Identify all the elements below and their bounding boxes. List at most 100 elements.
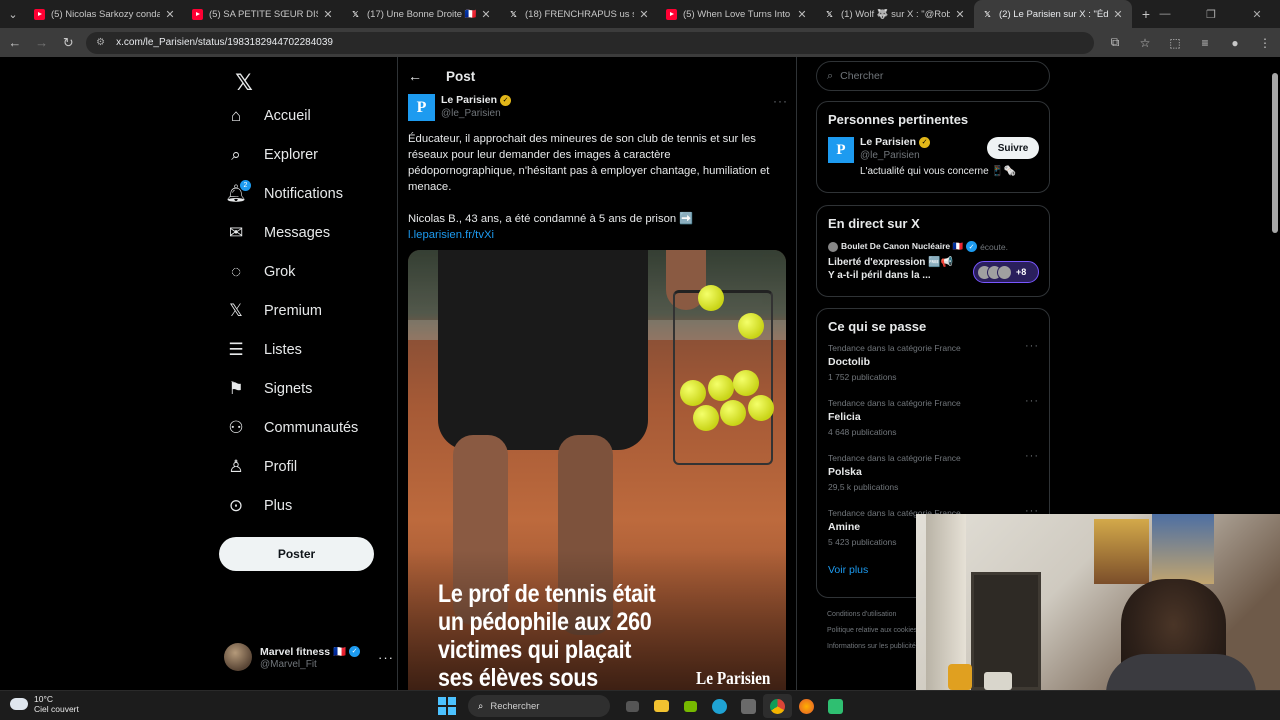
reload-icon[interactable]: ↻ [56,31,80,55]
more-dots-icon[interactable]: ··· [773,94,788,108]
task-view-icon[interactable] [618,694,647,718]
nav-item-accueil[interactable]: ⌂ Accueil [224,98,311,134]
account-switcher[interactable]: Marvel fitness 🇫🇷 ✓ @Marvel_Fit ··· [224,642,394,672]
nav-item-premium[interactable]: 𝕏 Premium [224,293,322,329]
chrome-icon[interactable] [763,694,792,718]
tweet-link[interactable]: l.leparisien.fr/tvXi [408,227,780,243]
nav-item-profil[interactable]: ♙ Profil [224,449,297,485]
extensions-icon[interactable]: ⬚ [1160,32,1190,54]
back-arrow-icon[interactable]: ← [3,31,27,55]
url-text: x.com/le_Parisien/status/198318294470228… [116,37,333,48]
close-icon[interactable]: ✕ [480,8,492,21]
browser-tab[interactable]: 𝕏 (1) Wolf 🐺 sur X : "@Robert83 ✕ [816,0,974,28]
trend-item[interactable]: Tendance dans la catégorie France Felici… [817,395,1049,450]
tweet-author[interactable]: P Le Parisien ✓ @le_Parisien ··· [408,94,788,124]
firefox-icon[interactable] [792,694,821,718]
live-host[interactable]: Boulet De Canon Nucléaire 🇫🇷 ✓ écoute. [817,237,1049,252]
close-icon[interactable]: ✕ [954,8,966,21]
back-arrow-icon[interactable]: ← [408,68,426,84]
listeners-pill[interactable]: +8 [973,261,1039,283]
more-dots-icon[interactable]: ··· [1025,395,1039,407]
trend-name: Doctolib [828,356,870,368]
close-icon[interactable]: ✕ [796,8,808,21]
trend-count: 4 648 publications [828,427,897,437]
footer-link[interactable]: Conditions d'utilisation [827,607,919,623]
nav-item-plus[interactable]: ⊙ Plus [224,488,292,524]
store-icon[interactable] [734,694,763,718]
nav-item-grok[interactable]: ◌ Grok [224,254,295,290]
forward-arrow-icon[interactable]: → [30,31,54,55]
browser-tab[interactable]: 𝕏 (17) Une Bonne Droite 🇫🇷 sur X ✕ [342,0,500,28]
maximize-icon[interactable]: ❐ [1188,0,1234,28]
profile-avatar-icon[interactable]: ● [1220,32,1250,54]
communities-icon: ⚇ [228,418,244,437]
nav-item-messages[interactable]: ✉ Messages [224,215,330,251]
more-dots-icon[interactable]: ··· [1025,340,1039,352]
webcam-jar [948,664,972,690]
person-icon: ♙ [228,457,244,476]
webcam-poster [1152,514,1214,584]
x-logo-icon[interactable]: 𝕏 [226,65,262,101]
browser-tab[interactable]: 𝕏 (18) FRENCHRAPUS us sur X : " ✕ [500,0,658,28]
tab-search-chevron-icon[interactable]: ⌄ [0,0,26,28]
close-icon[interactable]: ✕ [1112,8,1124,21]
windows-start-icon[interactable] [438,697,456,715]
footer-link[interactable]: Politique relative aux cookies [827,623,919,639]
cloud-icon [10,698,28,710]
minimize-icon[interactable]: — [1142,0,1188,28]
browser-tab-active[interactable]: 𝕏 (2) Le Parisien sur X : "Éducateu ✕ [974,0,1132,28]
trend-item[interactable]: Tendance dans la catégorie France Polska… [817,450,1049,505]
taskbar-search[interactable]: ⌕ Rechercher [468,695,610,717]
tweet-media-image[interactable]: Le prof de tennis était un pédophile aux… [408,250,786,690]
scrollbar-thumb[interactable] [1272,73,1278,233]
nav-item-signets[interactable]: ⚑ Signets [224,371,312,407]
install-app-icon[interactable]: ⧉ [1100,32,1130,54]
close-icon[interactable]: ✕ [164,8,176,21]
nvidia-icon[interactable] [676,694,705,718]
bookmark-star-icon[interactable]: ☆ [1130,32,1160,54]
space-title[interactable]: Liberté d'expression 🆓📢 Y a-t-il péril d… [817,252,967,282]
relevant-people-panel: Personnes pertinentes P Le Parisien ✓ @le… [816,101,1050,193]
tennis-ball [738,313,764,339]
close-icon[interactable]: ✕ [638,8,650,21]
youtube-icon [666,8,677,20]
more-dots-icon[interactable]: ··· [1025,450,1039,462]
reading-list-icon[interactable]: ≡ [1190,32,1220,54]
browser-tab[interactable]: (5) When Love Turns Into Rivalr ✕ [658,0,816,28]
weather-widget[interactable]: 10°C Ciel couvert [10,694,79,714]
notification-badge: 2 [240,180,251,191]
live-host-name: Boulet De Canon Nucléaire 🇫🇷 [841,241,964,251]
nav-item-explorer[interactable]: ⌕ Explorer [224,137,318,173]
relevant-person[interactable]: P Le Parisien ✓ @le_Parisien L'actualité … [817,133,1049,183]
discord-icon[interactable] [821,694,850,718]
listeners-count: +8 [1016,267,1027,277]
footer-link[interactable]: Informations sur les publicités [827,639,919,655]
trend-item[interactable]: Tendance dans la catégorie France Doctol… [817,340,1049,395]
trend-category: Tendance dans la catégorie France [828,398,961,408]
search-input[interactable]: ⌕ Chercher [816,61,1050,91]
browser-tab[interactable]: (5) SA PETITE SŒUR DISPARAÎT ✕ [184,0,342,28]
nav-item-notifications[interactable]: 🔔︎ 2 Notifications [224,176,343,212]
file-explorer-icon[interactable] [647,694,676,718]
taskbar-search-label: Rechercher [490,700,540,712]
address-bar[interactable]: ⚙ x.com/le_Parisien/status/1983182944702… [86,31,1095,54]
nav-item-communautes[interactable]: ⚇ Communautés [224,410,358,446]
bell-icon: 🔔︎ 2 [224,180,251,206]
site-info-icon[interactable]: ⚙ [96,37,108,49]
follow-button[interactable]: Suivre [987,137,1039,159]
nav-item-listes[interactable]: ☰ Listes [224,332,302,368]
edge-icon[interactable] [705,694,734,718]
browser-menu-icon[interactable]: ⋮ [1250,32,1280,54]
account-name: Marvel fitness 🇫🇷 [260,645,347,658]
nav-label: Accueil [264,108,311,124]
tennis-ball [698,285,724,311]
close-icon[interactable]: ✕ [322,8,334,21]
verified-badge-icon: ✓ [919,136,931,148]
post-button[interactable]: Poster [219,537,374,571]
more-dots-icon[interactable]: ··· [378,650,394,665]
webcam-shirt [1106,654,1256,690]
browser-tab[interactable]: (5) Nicolas Sarkozy condamné ✕ [26,0,184,28]
window-close-icon[interactable]: ✕ [1234,0,1280,28]
nav-label: Plus [264,498,293,514]
tennis-ball [708,375,734,401]
